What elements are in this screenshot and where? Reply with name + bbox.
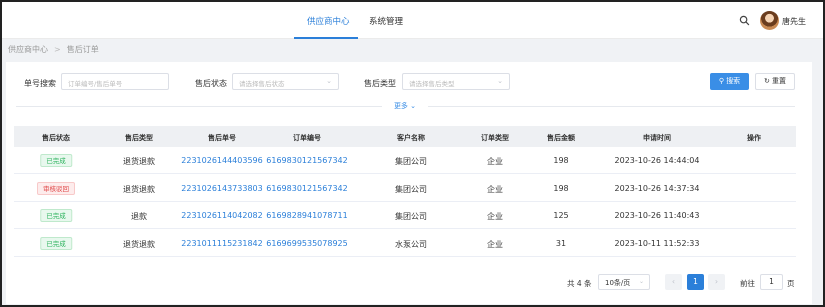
order-type-cell: 企业 <box>487 239 503 249</box>
status-badge: 已完成 <box>40 236 72 250</box>
apply-time-cell: 2023-10-11 11:52:33 <box>614 238 700 248</box>
breadcrumb-item-supplier-center[interactable]: 供应商中心 <box>8 45 48 54</box>
order-type-cell: 企业 <box>487 184 503 194</box>
chevron-down-icon: ⌄ <box>410 102 417 110</box>
table-row: 已完成 退货退款 2231026144403596 6169830121567342 集… <box>14 147 796 174</box>
reset-button-label: 重置 <box>772 77 787 85</box>
column-header: 售后单号 <box>208 134 236 142</box>
aftersale-no-link[interactable]: 2231011115231842 <box>181 239 262 248</box>
tab-system-management[interactable]: 系统管理 <box>369 15 403 27</box>
chevron-left-icon: ‹ <box>671 277 676 286</box>
order-type-cell: 企业 <box>487 212 503 221</box>
customer-name-cell: 集团公司 <box>395 184 427 194</box>
chevron-down-icon: ⌄ <box>497 77 503 85</box>
table-header: 售后状态 售后类型 售后单号 订单编号 客户名称 订单类型 售后金额 申请时间 … <box>14 126 796 147</box>
apply-time-cell: 2023-10-26 14:37:34 <box>614 183 700 193</box>
table-row: 已完成 退款 2231026114042082 6169828941078711 集团公… <box>14 202 796 229</box>
column-header: 售后状态 <box>42 134 70 142</box>
tab-supplier-center[interactable]: 供应商中心 <box>307 15 350 27</box>
breadcrumb-item-aftersale-orders: 售后订单 <box>66 45 99 54</box>
order-type-cell: 企业 <box>487 157 503 166</box>
top-nav: 供应商中心 系统管理 唐先生 <box>2 2 823 39</box>
column-header: 售后金额 <box>547 134 575 142</box>
status-label: 售后状态 <box>195 79 227 88</box>
status-select[interactable]: 请选择售后状态 ⌄ <box>232 73 339 90</box>
order-no-link[interactable]: 6169699535078925 <box>266 239 347 248</box>
page-size-select[interactable]: 10条/页 ⌄ <box>598 274 650 290</box>
order-no-label: 单号搜索 <box>24 79 56 88</box>
customer-name-cell: 集团公司 <box>395 157 427 166</box>
aftersale-no-link[interactable]: 2231026114042082 <box>181 211 262 220</box>
column-header: 售后类型 <box>125 134 153 142</box>
more-filters-toggle[interactable]: 更多 ⌄ <box>382 101 428 112</box>
aftersale-type-cell: 退货退款 <box>123 157 155 166</box>
goto-page-input[interactable]: 1 <box>760 274 783 290</box>
aftersale-no-link[interactable]: 2231026143733803 <box>181 184 262 193</box>
status-badge: 审核驳回 <box>37 181 75 195</box>
app-window: 供应商中心 系统管理 唐先生 供应商中心 > 售后订单 单号搜索 订单编号/售后单号… <box>0 0 825 307</box>
page-size-value: 10条/页 <box>605 279 631 287</box>
type-select[interactable]: 请选择售后类型 ⌄ <box>402 73 510 90</box>
aftersale-type-cell: 退款 <box>131 212 147 221</box>
chevron-down-icon: ⌄ <box>638 278 644 285</box>
status-badge: 已完成 <box>40 154 72 167</box>
column-header: 订单编号 <box>293 134 321 142</box>
username[interactable]: 唐先生 <box>782 16 806 27</box>
breadcrumb: 供应商中心 > 售后订单 <box>2 39 823 59</box>
apply-time-cell: 2023-10-26 11:40:43 <box>614 211 700 220</box>
order-no-search-input[interactable]: 订单编号/售后单号 <box>61 73 169 90</box>
page-suffix: 页 <box>787 279 795 288</box>
table-row: 已完成 退货退款 2231011115231842 6169699535078925 水… <box>14 230 796 257</box>
pagination-total: 共 4 条 <box>567 279 592 288</box>
customer-name-cell: 水泵公司 <box>395 239 427 249</box>
amount-cell: 198 <box>553 183 569 193</box>
column-header: 订单类型 <box>481 134 509 142</box>
refresh-icon: ↻ <box>763 77 770 85</box>
customer-name-cell: 集团公司 <box>395 212 427 221</box>
avatar[interactable] <box>760 11 779 30</box>
search-icon[interactable] <box>739 15 750 26</box>
next-page-button[interactable]: › <box>708 274 725 290</box>
goto-label: 前往 <box>740 279 755 288</box>
prev-page-button[interactable]: ‹ <box>665 274 682 290</box>
page-number-current[interactable]: 1 <box>687 274 704 290</box>
breadcrumb-separator-icon: > <box>54 45 61 54</box>
reset-button[interactable]: ↻ 重置 <box>755 73 795 90</box>
aftersale-type-cell: 退货退款 <box>123 184 155 194</box>
column-header: 客户名称 <box>397 134 425 142</box>
table-row: 审核驳回 退货退款 2231026143733803 6169830121567342… <box>14 175 796 202</box>
aftersale-no-link[interactable]: 2231026144403596 <box>181 156 262 165</box>
search-button[interactable]: ⚲ 搜索 <box>710 73 749 90</box>
amount-cell: 125 <box>553 211 569 220</box>
amount-cell: 198 <box>553 156 569 165</box>
search-icon: ⚲ <box>718 77 724 85</box>
status-placeholder: 请选择售后状态 <box>239 80 285 88</box>
chevron-down-icon: ⌄ <box>326 77 332 85</box>
type-placeholder: 请选择售后类型 <box>409 80 455 88</box>
chevron-right-icon: › <box>714 277 719 286</box>
order-no-link[interactable]: 6169830121567342 <box>266 184 347 193</box>
type-label: 售后类型 <box>364 79 396 88</box>
more-label: 更多 <box>393 102 408 110</box>
apply-time-cell: 2023-10-26 14:44:04 <box>614 156 700 165</box>
column-header: 申请时间 <box>643 134 671 142</box>
order-no-link[interactable]: 6169830121567342 <box>266 156 347 165</box>
amount-cell: 31 <box>555 238 567 248</box>
order-no-placeholder: 订单编号/售后单号 <box>68 80 123 88</box>
aftersale-type-cell: 退货退款 <box>123 239 155 249</box>
order-no-link[interactable]: 6169828941078711 <box>266 211 347 220</box>
status-badge: 已完成 <box>40 209 72 222</box>
search-button-label: 搜索 <box>726 77 741 85</box>
column-header: 操作 <box>747 134 761 142</box>
